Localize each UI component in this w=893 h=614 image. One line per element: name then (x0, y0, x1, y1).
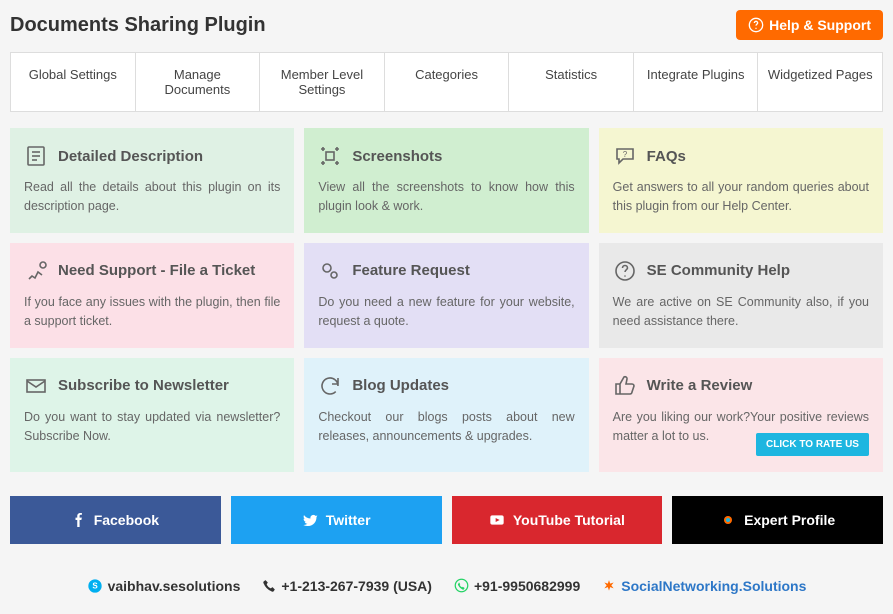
tab-widgetized-pages[interactable]: Widgetized Pages (758, 53, 882, 111)
info-card-grid: Detailed Description Read all the detail… (10, 128, 883, 472)
card-desc: View all the screenshots to know how thi… (318, 178, 574, 217)
card-se-community[interactable]: SE Community Help We are active on SE Co… (599, 243, 883, 348)
whatsapp-text: +91-9950682999 (474, 578, 580, 594)
phone-icon (262, 579, 276, 593)
card-newsletter[interactable]: Subscribe to Newsletter Do you want to s… (10, 358, 294, 472)
whatsapp-contact[interactable]: +91-9950682999 (454, 578, 580, 594)
rate-us-button[interactable]: CLICK TO RATE US (756, 433, 869, 456)
facebook-label: Facebook (94, 512, 159, 528)
svg-text:S: S (92, 582, 98, 591)
expert-profile-button[interactable]: Expert Profile (672, 496, 883, 544)
ticket-icon (24, 259, 48, 283)
card-file-ticket[interactable]: Need Support - File a Ticket If you face… (10, 243, 294, 348)
chat-question-icon: ? (613, 144, 637, 168)
card-faqs[interactable]: ? FAQs Get answers to all your random qu… (599, 128, 883, 233)
tab-integrate-plugins[interactable]: Integrate Plugins (634, 53, 759, 111)
page-title: Documents Sharing Plugin (10, 14, 266, 37)
card-desc: Get answers to all your random queries a… (613, 178, 869, 217)
tab-statistics[interactable]: Statistics (509, 53, 634, 111)
card-desc: Are you liking our work?Your positive re… (613, 408, 869, 447)
card-desc: Read all the details about this plugin o… (24, 178, 280, 217)
skype-icon: S (87, 578, 103, 594)
refresh-icon (318, 374, 342, 398)
contact-footer: S vaibhav.sesolutions +1-213-267-7939 (U… (10, 568, 883, 604)
admin-tabs: Global Settings Manage Documents Member … (10, 52, 883, 112)
youtube-icon (489, 512, 505, 528)
twitter-label: Twitter (326, 512, 371, 528)
card-title: Screenshots (352, 148, 442, 165)
thumbs-up-icon (613, 374, 637, 398)
expert-icon (720, 512, 736, 528)
card-title: Need Support - File a Ticket (58, 262, 255, 279)
site-icon (602, 579, 616, 593)
card-desc: We are active on SE Community also, if y… (613, 293, 869, 332)
skype-contact[interactable]: S vaibhav.sesolutions (87, 578, 241, 594)
help-support-button[interactable]: Help & Support (736, 10, 883, 40)
question-circle-icon (613, 259, 637, 283)
twitter-button[interactable]: Twitter (231, 496, 442, 544)
card-title: SE Community Help (647, 262, 790, 279)
card-blog-updates[interactable]: Blog Updates Checkout our blogs posts ab… (304, 358, 588, 472)
whatsapp-icon (454, 578, 469, 593)
website-link[interactable]: SocialNetworking.Solutions (602, 578, 806, 594)
tab-manage-documents[interactable]: Manage Documents (136, 53, 261, 111)
tab-categories[interactable]: Categories (385, 53, 510, 111)
help-support-label: Help & Support (769, 17, 871, 33)
social-buttons: Facebook Twitter YouTube Tutorial Expert… (10, 496, 883, 544)
card-title: Detailed Description (58, 148, 203, 165)
gears-icon (318, 259, 342, 283)
phone-us-text: +1-213-267-7939 (USA) (281, 578, 432, 594)
help-icon (748, 17, 764, 33)
card-write-review[interactable]: Write a Review Are you liking our work?Y… (599, 358, 883, 472)
card-desc: Do you need a new feature for your websi… (318, 293, 574, 332)
youtube-button[interactable]: YouTube Tutorial (452, 496, 663, 544)
website-text: SocialNetworking.Solutions (621, 578, 806, 594)
card-title: Blog Updates (352, 377, 449, 394)
facebook-button[interactable]: Facebook (10, 496, 221, 544)
card-screenshots[interactable]: Screenshots View all the screenshots to … (304, 128, 588, 233)
card-title: Write a Review (647, 377, 753, 394)
card-title: Subscribe to Newsletter (58, 377, 229, 394)
expert-label: Expert Profile (744, 512, 835, 528)
tab-member-level-settings[interactable]: Member Level Settings (260, 53, 385, 111)
crop-icon (318, 144, 342, 168)
youtube-label: YouTube Tutorial (513, 512, 625, 528)
card-detailed-description[interactable]: Detailed Description Read all the detail… (10, 128, 294, 233)
facebook-icon (72, 513, 86, 527)
card-desc: If you face any issues with the plugin, … (24, 293, 280, 332)
phone-us-contact[interactable]: +1-213-267-7939 (USA) (262, 578, 432, 594)
card-desc: Do you want to stay updated via newslett… (24, 408, 280, 447)
svg-text:?: ? (622, 150, 627, 159)
card-feature-request[interactable]: Feature Request Do you need a new featur… (304, 243, 588, 348)
card-title: FAQs (647, 148, 686, 165)
card-title: Feature Request (352, 262, 470, 279)
twitter-icon (302, 512, 318, 528)
skype-text: vaibhav.sesolutions (108, 578, 241, 594)
envelope-icon (24, 374, 48, 398)
tab-global-settings[interactable]: Global Settings (11, 53, 136, 111)
card-desc: Checkout our blogs posts about new relea… (318, 408, 574, 447)
document-icon (24, 144, 48, 168)
